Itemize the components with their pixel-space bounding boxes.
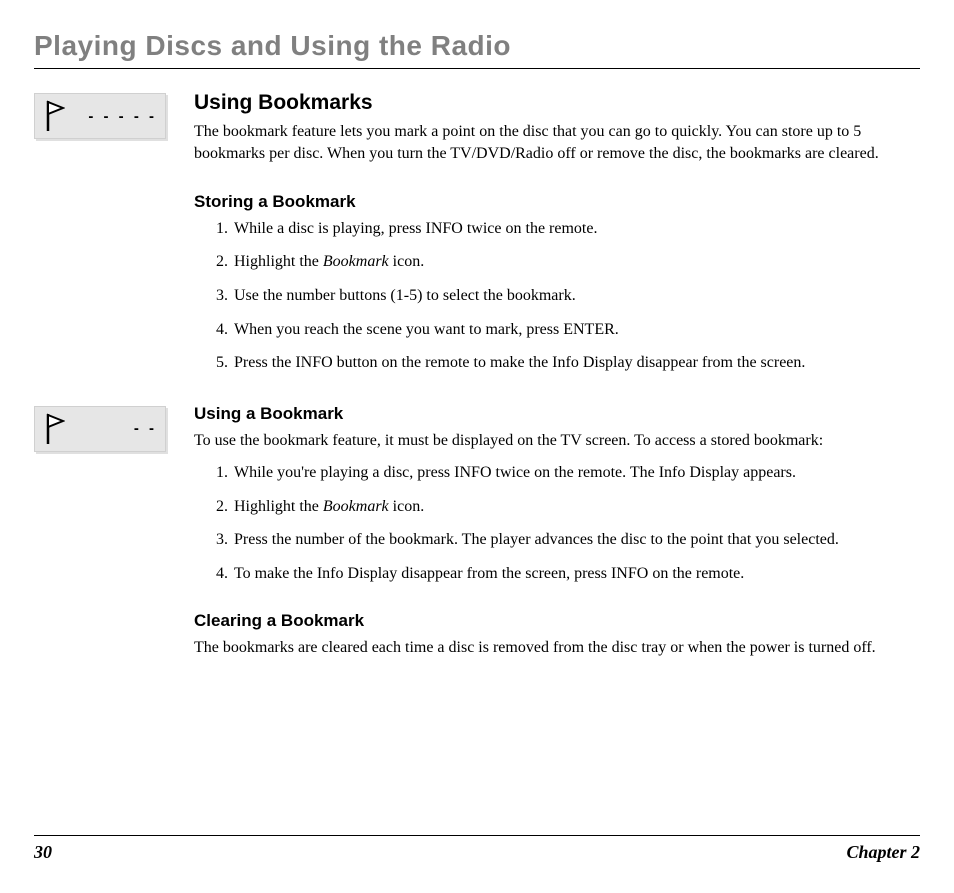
- list-item: Highlight the Bookmark icon.: [232, 496, 920, 518]
- list-item: Press the number of the bookmark. The pl…: [232, 529, 920, 551]
- chapter-title: Playing Discs and Using the Radio: [34, 30, 920, 62]
- list-item: While a disc is playing, press INFO twic…: [232, 218, 920, 240]
- storing-steps-list: While a disc is playing, press INFO twic…: [194, 218, 920, 374]
- section-storing-title: Storing a Bookmark: [194, 192, 920, 212]
- bookmark-icon-box-1: - - - - -: [34, 93, 166, 139]
- section-using-a-bookmark-title: Using a Bookmark: [194, 404, 920, 424]
- list-item: While you're playing a disc, press INFO …: [232, 462, 920, 484]
- section-using-bookmarks-intro: The bookmark feature lets you mark a poi…: [194, 121, 920, 166]
- icon-dashes-2: - -: [65, 420, 157, 437]
- list-item: Press the INFO button on the remote to m…: [232, 352, 920, 374]
- list-item: Highlight the Bookmark icon.: [232, 251, 920, 273]
- section-clearing-title: Clearing a Bookmark: [194, 611, 920, 631]
- flag-icon: [43, 412, 65, 446]
- section-clearing-body: The bookmarks are cleared each time a di…: [194, 637, 920, 659]
- flag-icon: [43, 99, 65, 133]
- page-number: 30: [34, 842, 52, 863]
- bookmark-icon-box-2: - -: [34, 406, 166, 452]
- using-steps-list: While you're playing a disc, press INFO …: [194, 462, 920, 584]
- section-using-bookmarks-title: Using Bookmarks: [194, 91, 920, 115]
- list-item: When you reach the scene you want to mar…: [232, 319, 920, 341]
- list-item: To make the Info Display disappear from …: [232, 563, 920, 585]
- title-rule: [34, 68, 920, 69]
- chapter-label: Chapter 2: [846, 842, 920, 863]
- list-item: Use the number buttons (1-5) to select t…: [232, 285, 920, 307]
- section-using-a-bookmark-intro: To use the bookmark feature, it must be …: [194, 430, 920, 452]
- footer-rule: [34, 835, 920, 836]
- icon-dashes-1: - - - - -: [65, 108, 157, 125]
- page-footer: 30 Chapter 2: [34, 835, 920, 863]
